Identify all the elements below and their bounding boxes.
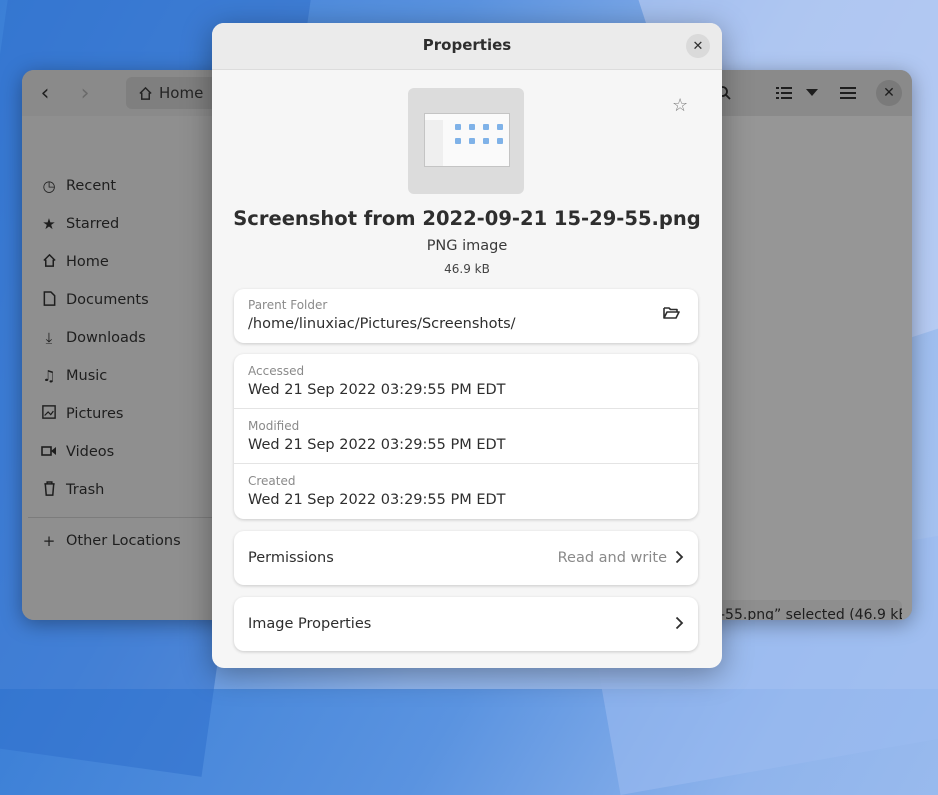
- image-properties-label: Image Properties: [248, 616, 372, 632]
- close-icon: ✕: [883, 85, 895, 101]
- folder-open-icon: [663, 307, 680, 319]
- list-view-button[interactable]: [776, 80, 792, 106]
- video-icon: [40, 443, 58, 461]
- home-icon: [139, 86, 152, 100]
- home-icon: [40, 253, 58, 272]
- sidebar-item-label: Recent: [66, 178, 117, 194]
- star-button[interactable]: ☆: [672, 95, 688, 116]
- hamburger-menu-icon: [840, 87, 856, 99]
- file-size: 46.9 kB: [444, 262, 490, 276]
- created-value: Wed 21 Sep 2022 03:29:55 PM EDT: [248, 492, 506, 508]
- modified-row: Modified Wed 21 Sep 2022 03:29:55 PM EDT: [234, 409, 698, 464]
- image-properties-card: Image Properties: [234, 597, 698, 651]
- parent-folder-row: Parent Folder /home/linuxiac/Pictures/Sc…: [234, 289, 698, 343]
- permissions-label: Permissions: [248, 550, 334, 566]
- image-properties-row[interactable]: Image Properties: [234, 597, 698, 651]
- parent-folder-label: Parent Folder: [248, 298, 328, 312]
- sidebar-item-videos[interactable]: Videos: [40, 441, 114, 463]
- trash-icon: [40, 480, 58, 500]
- accessed-row: Accessed Wed 21 Sep 2022 03:29:55 PM EDT: [234, 354, 698, 409]
- permissions-value: Read and write: [557, 550, 667, 566]
- created-label: Created: [248, 474, 296, 488]
- chevron-right-icon: [675, 615, 684, 634]
- star-outline-icon: ☆: [672, 95, 689, 116]
- view-options-button[interactable]: [806, 80, 818, 106]
- created-row: Created Wed 21 Sep 2022 03:29:55 PM EDT: [234, 464, 698, 519]
- accessed-label: Accessed: [248, 364, 305, 378]
- sidebar: ◷ Recent ★ Starred Home Documents ⤓ Down…: [22, 116, 212, 620]
- sidebar-item-label: Downloads: [66, 330, 146, 346]
- sidebar-item-music[interactable]: ♫ Music: [40, 365, 107, 387]
- chevron-left-icon: ‹: [40, 80, 50, 106]
- sidebar-item-pictures[interactable]: Pictures: [40, 403, 123, 425]
- sidebar-item-label: Pictures: [66, 406, 124, 422]
- file-thumbnail: [408, 88, 524, 194]
- dialog-headerbar: Properties ✕: [212, 23, 722, 70]
- open-folder-button[interactable]: [663, 305, 680, 324]
- parent-folder-path: /home/linuxiac/Pictures/Screenshots/: [248, 316, 516, 332]
- sidebar-item-downloads[interactable]: ⤓ Downloads: [40, 327, 146, 349]
- download-icon: ⤓: [45, 329, 53, 347]
- sidebar-item-starred[interactable]: ★ Starred: [40, 213, 119, 235]
- sidebar-item-label: Home: [66, 254, 109, 270]
- sidebar-item-trash[interactable]: Trash: [40, 479, 104, 501]
- clock-icon: ◷: [42, 177, 56, 195]
- parent-folder-card: Parent Folder /home/linuxiac/Pictures/Sc…: [234, 289, 698, 343]
- sidebar-divider: [28, 517, 212, 518]
- accessed-value: Wed 21 Sep 2022 03:29:55 PM EDT: [248, 382, 506, 398]
- chevron-right-icon: ›: [80, 80, 90, 106]
- sidebar-item-label: Videos: [66, 444, 115, 460]
- sidebar-item-recent[interactable]: ◷ Recent: [40, 175, 116, 197]
- sidebar-item-label: Trash: [66, 482, 105, 498]
- list-view-icon: [776, 87, 792, 99]
- forward-button[interactable]: ›: [72, 80, 98, 106]
- selection-status: -55.png” selected (46.9 kB): [716, 600, 902, 620]
- thumbnail-image: [424, 113, 510, 167]
- caret-down-icon: [806, 89, 818, 96]
- close-icon: ✕: [692, 38, 704, 54]
- back-button[interactable]: ‹: [32, 80, 58, 106]
- permissions-card: Permissions Read and write: [234, 531, 698, 585]
- files-close-button[interactable]: ✕: [876, 80, 902, 106]
- dialog-close-button[interactable]: ✕: [686, 34, 710, 58]
- path-bar-label: Home: [159, 84, 204, 102]
- sidebar-item-label: Other Locations: [66, 533, 181, 549]
- sidebar-item-label: Documents: [66, 292, 149, 308]
- document-icon: [40, 290, 58, 310]
- main-menu-button[interactable]: [840, 80, 856, 106]
- modified-value: Wed 21 Sep 2022 03:29:55 PM EDT: [248, 437, 506, 453]
- modified-label: Modified: [248, 419, 300, 433]
- permissions-row[interactable]: Permissions Read and write: [234, 531, 698, 585]
- properties-dialog: Properties ✕ ☆ Screenshot from 2022-09-2…: [212, 23, 722, 668]
- sidebar-item-label: Music: [66, 368, 108, 384]
- chevron-right-icon: [675, 549, 684, 568]
- sidebar-item-documents[interactable]: Documents: [40, 289, 149, 311]
- file-type: PNG image: [426, 238, 508, 254]
- plus-icon: +: [42, 532, 56, 550]
- picture-icon: [40, 405, 58, 423]
- sidebar-item-label: Starred: [66, 216, 120, 232]
- dialog-title: Properties: [422, 36, 512, 54]
- times-card: Accessed Wed 21 Sep 2022 03:29:55 PM EDT…: [234, 354, 698, 519]
- sidebar-item-home[interactable]: Home: [40, 251, 109, 273]
- star-icon: ★: [42, 215, 56, 233]
- file-name: Screenshot from 2022-09-21 15-29-55.png: [233, 207, 701, 230]
- sidebar-item-other-locations[interactable]: + Other Locations: [40, 530, 181, 552]
- music-icon: ♫: [42, 367, 56, 385]
